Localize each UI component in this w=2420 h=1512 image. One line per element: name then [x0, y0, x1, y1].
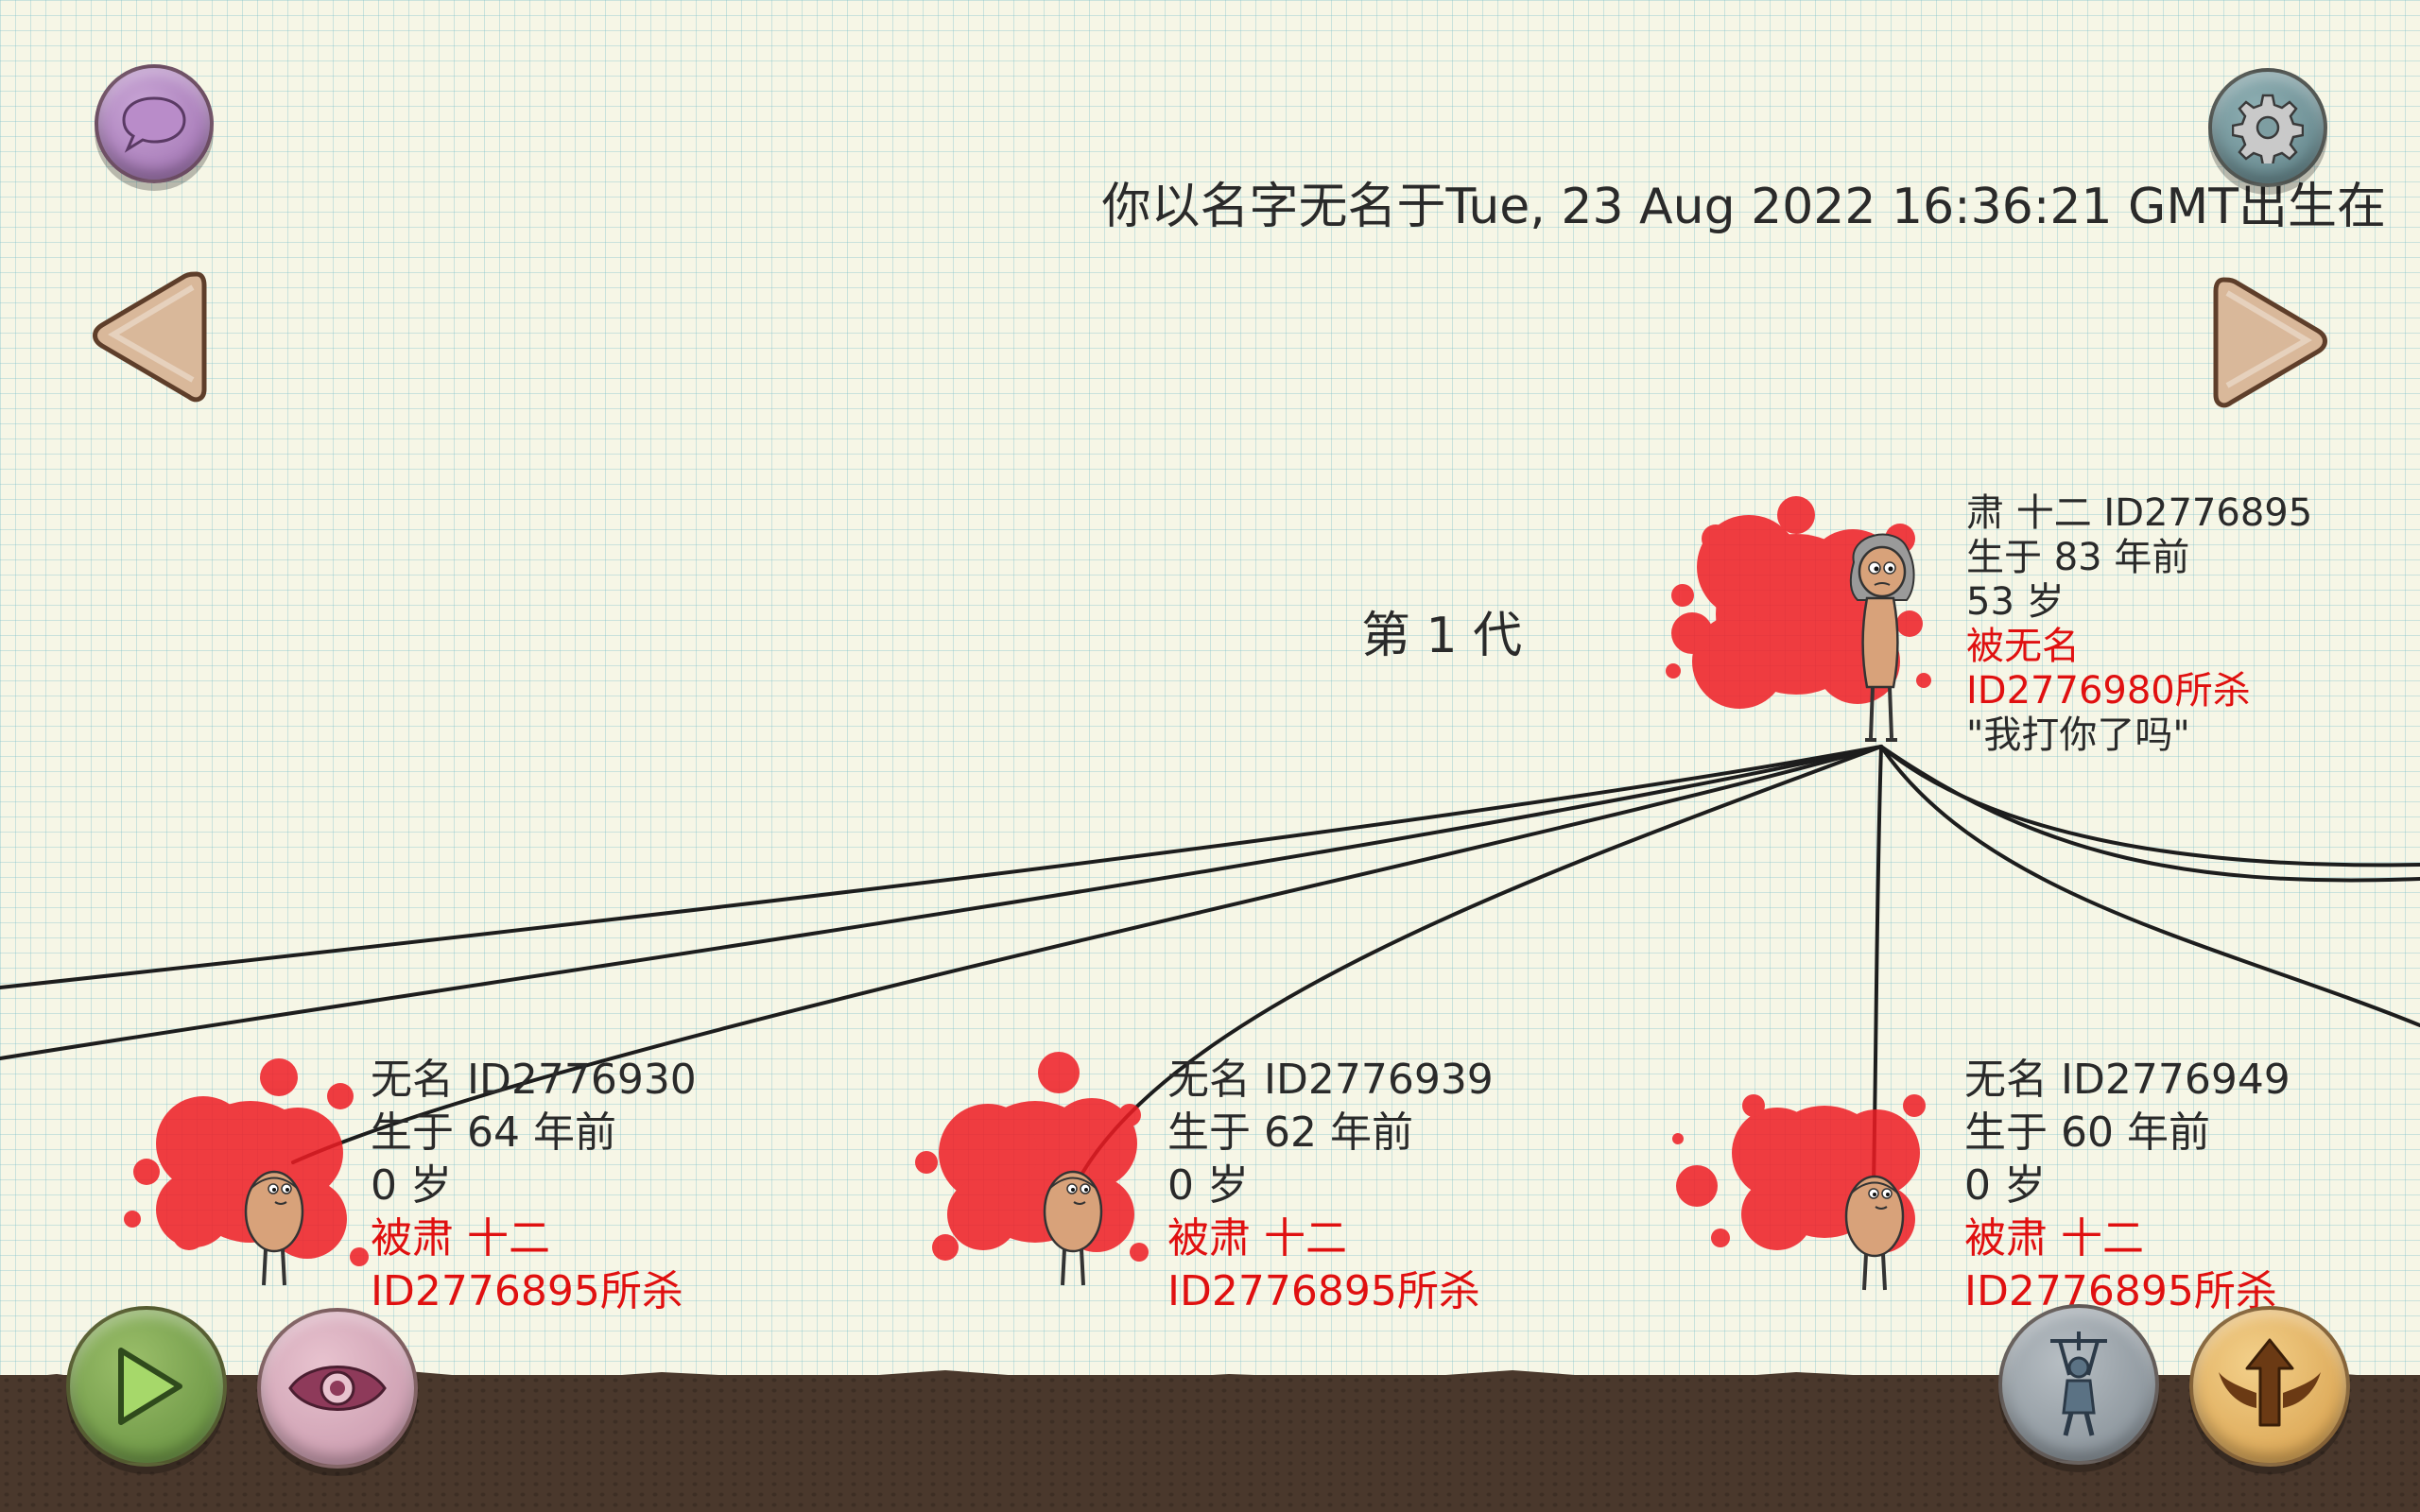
parent-info: 肃 十二 ID2776895 生于 83 年前 53 岁 被无名 ID27769… — [1966, 491, 2312, 758]
puppet-icon — [2050, 1332, 2107, 1436]
person-killed-by: 被肃 十二 — [371, 1214, 550, 1263]
child-person[interactable] — [1664, 1049, 1947, 1304]
person-name-id: 无名 ID2776930 — [371, 1056, 697, 1104]
elder-character — [1849, 533, 1915, 742]
arrow-left-icon — [93, 271, 207, 403]
previous-button[interactable] — [91, 266, 208, 410]
person-born: 生于 60 年前 — [1964, 1108, 2210, 1157]
play-icon — [118, 1348, 182, 1425]
lineage-line — [1879, 745, 2420, 883]
lineage-line — [1879, 745, 2420, 868]
person-born: 生于 64 年前 — [371, 1108, 616, 1157]
next-button[interactable] — [2212, 272, 2329, 416]
baby-character — [1043, 1170, 1103, 1286]
arrow-right-icon — [2213, 277, 2327, 408]
winged-arrow-up-icon — [2219, 1338, 2321, 1427]
person-age: 0 岁 — [371, 1161, 452, 1210]
baby-character — [244, 1170, 304, 1286]
generation-label: 第 1 代 — [1361, 608, 1523, 664]
person-name-id: 无名 ID2776939 — [1167, 1056, 1494, 1104]
parent-person[interactable] — [1654, 482, 1938, 756]
eye-icon — [288, 1366, 387, 1411]
person-killer-id: ID2776895所杀 — [1167, 1267, 1480, 1315]
lineage-line — [1879, 745, 2420, 1027]
person-killer-id: ID2776895所杀 — [371, 1267, 683, 1315]
person-age: 0 岁 — [1964, 1161, 2046, 1210]
person-killer-id: ID2776980所杀 — [1966, 669, 2251, 713]
birth-info-text: 你以名字无名于Tue, 23 Aug 2022 16:36:21 GMT出生在 — [1101, 179, 2386, 235]
person-killed-by: 被肃 十二 — [1167, 1214, 1347, 1263]
person-name-id: 肃 十二 ID2776895 — [1966, 491, 2313, 535]
settings-button[interactable] — [2208, 68, 2327, 187]
play-button[interactable] — [66, 1306, 227, 1467]
person-killed-by: 被无名 — [1966, 625, 2080, 668]
family-tree-screen: 你以名字无名于Tue, 23 Aug 2022 16:36:21 GMT出生在 … — [0, 0, 2420, 1512]
person-name-id: 无名 ID2776949 — [1964, 1056, 2290, 1104]
baby-character — [1844, 1175, 1905, 1291]
blood-splatter-icon — [915, 1052, 1149, 1262]
child-person[interactable] — [118, 1040, 383, 1304]
puppet-button[interactable] — [1998, 1304, 2159, 1465]
person-born: 生于 83 年前 — [1966, 536, 2190, 579]
child-person[interactable] — [903, 1040, 1167, 1304]
ascend-button[interactable] — [2189, 1306, 2350, 1467]
chat-button[interactable] — [95, 64, 214, 183]
person-born: 生于 62 年前 — [1167, 1108, 1413, 1157]
watch-button[interactable] — [257, 1308, 418, 1469]
chat-bubble-icon — [122, 96, 186, 153]
person-quote: "我打你了吗" — [1966, 713, 2190, 757]
person-age: 53 岁 — [1966, 580, 2065, 624]
child-info: 无名 ID2776939 生于 62 年前 0 岁 被肃 十二 ID277689… — [1167, 1054, 1494, 1318]
person-age: 0 岁 — [1167, 1161, 1249, 1210]
person-killed-by: 被肃 十二 — [1964, 1214, 2144, 1263]
child-info: 无名 ID2776930 生于 64 年前 0 岁 被肃 十二 ID277689… — [371, 1054, 697, 1318]
child-info: 无名 ID2776949 生于 60 年前 0 岁 被肃 十二 ID277689… — [1964, 1054, 2290, 1318]
lineage-line — [0, 745, 1883, 989]
gear-icon — [2232, 94, 2304, 163]
